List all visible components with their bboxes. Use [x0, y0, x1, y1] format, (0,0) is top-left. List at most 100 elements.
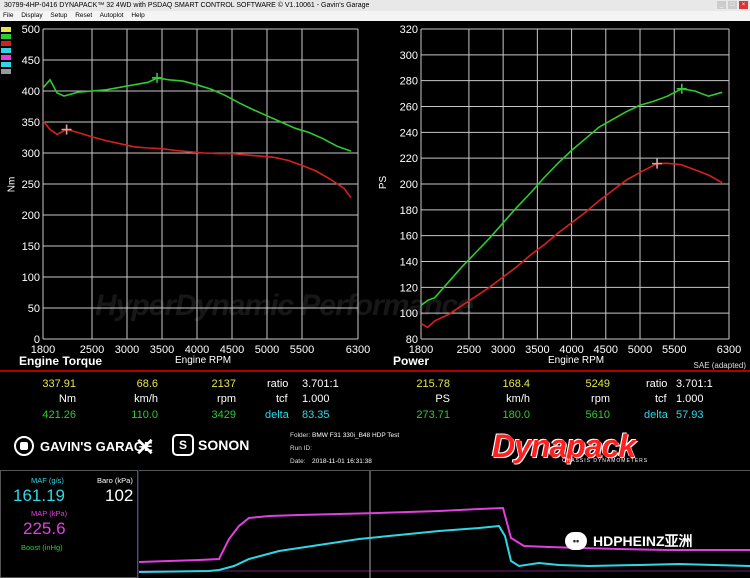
live-graph [138, 471, 750, 578]
dynapack-logo: Dynapack CHASSIS DYNAMOMETERS [492, 426, 690, 466]
wechat-icon: •• [565, 532, 587, 550]
torque-chart-title: Engine Torque [19, 354, 103, 368]
menu-file[interactable]: File [3, 12, 13, 19]
power-y-tick-4: 160 [400, 231, 418, 243]
folder-row: Folder: BMW F31 330i_B48 HDP Test [290, 432, 399, 439]
chart-area: HyperDynamic Performance 1800 2500 3000 350… [0, 21, 750, 370]
power-y-axis-title: PS [378, 175, 390, 190]
maf-value: 161.19 [13, 486, 65, 505]
torque-y-tick-2: 100 [22, 272, 40, 284]
map-value: 225.6 [23, 519, 66, 538]
menu-help[interactable]: Help [131, 12, 144, 19]
dynapack-subtitle: CHASSIS DYNAMOMETERS [562, 458, 649, 464]
power-y-tick-11: 300 [400, 50, 418, 62]
gavins-garage-icon [14, 436, 34, 456]
minimize-button[interactable]: _ [717, 1, 726, 9]
baro-value: 102 [105, 486, 134, 505]
power-y-tick-8: 240 [400, 127, 418, 139]
power-green-value: 273.71 [416, 409, 450, 421]
torque-y-tick-5: 250 [22, 179, 40, 191]
ratio-value: 3.701:1 [302, 378, 339, 390]
sonon-text: SONON [198, 437, 250, 453]
power-y-tick-2: 120 [400, 282, 418, 294]
torque-y-tick-6: 300 [22, 148, 40, 160]
torque-marker-1 [61, 124, 72, 135]
torque-x-tick-3: 3500 [150, 344, 174, 356]
power-unit: PS [435, 393, 450, 405]
runid-label: Run ID: [290, 445, 313, 452]
power-ratio-label: ratio [646, 378, 668, 390]
collab-x-icon: ✕ [134, 432, 156, 462]
torque-y-tick-7: 350 [22, 117, 40, 129]
window-title: 30799-4HP-0416 DYNAPACK™ 32 4WD with PSD… [0, 0, 750, 11]
delta-value: 83.35 [302, 409, 330, 421]
power-rpm-unit: rpm [591, 393, 610, 405]
menu-display[interactable]: Display [21, 12, 42, 19]
torque-y-tick-1: 50 [28, 303, 40, 315]
power-ratio-value: 3.701:1 [676, 378, 713, 390]
rpm-unit: rpm [217, 393, 236, 405]
sonon-logo: S SONON [172, 434, 249, 456]
power-marker-0 [676, 83, 687, 94]
rpm-green-value: 3429 [211, 409, 236, 421]
live-values-panel: MAF (g/s) 161.19 Baro (kPa) 102 MAP (kPa… [0, 470, 138, 578]
power-y-tick-9: 260 [400, 102, 418, 114]
torque-x-tick-6: 5000 [255, 344, 279, 356]
torque-red-value: 337.91 [42, 378, 76, 390]
torque-y-axis-title: Nm [6, 176, 18, 193]
logo-bar: GAVIN'S GARAGE ✕ S SONON Folder: BMW F31… [0, 424, 750, 470]
power-y-tick-0: 80 [406, 334, 418, 346]
power-y-tick-6: 200 [400, 179, 418, 191]
dyno-charts: 1800 2500 3000 3500 4000 4500 5000 5500 63000501… [22, 24, 742, 356]
power-y-tick-10: 280 [400, 76, 418, 88]
torque-green-value: 421.26 [42, 409, 76, 421]
power-y-tick-7: 220 [400, 153, 418, 165]
torque-y-tick-4: 200 [22, 210, 40, 222]
torque-x-tick-7: 5500 [290, 344, 314, 356]
sae-note: SAE (adapted) [693, 361, 746, 370]
runid-row: Run ID: [290, 445, 312, 452]
power-x-tick-7: 5500 [662, 344, 686, 356]
torque-y-tick-10: 500 [22, 24, 40, 36]
tcf-value: 1.000 [302, 393, 330, 405]
sonon-icon: S [172, 434, 194, 456]
ratio-label: ratio [267, 378, 289, 390]
power-x-tick-3: 3500 [525, 344, 549, 356]
speed-unit: km/h [134, 393, 158, 405]
live-graph-panel [138, 470, 750, 578]
power-red-value: 215.78 [416, 378, 450, 390]
power-rpm-green-value: 5610 [585, 409, 610, 421]
power-x-tick-2: 3000 [491, 344, 515, 356]
power-speed-green-value: 180.0 [502, 409, 530, 421]
wechat-brand-text: HDPHEINZ亚洲 [593, 533, 693, 549]
menu-setup[interactable]: Setup [50, 12, 67, 19]
menu-reset[interactable]: Reset [75, 12, 92, 19]
speed-green-value: 110.0 [131, 409, 158, 421]
torque-y-tick-8: 400 [22, 86, 40, 98]
date-label: Date: [290, 458, 306, 465]
readout-panel: 337.91 68.6 2137 ratio 3.701:1 Nm km/h r… [0, 372, 750, 424]
wechat-watermark: •• HDPHEINZ亚洲 [565, 531, 693, 551]
delta-label: delta [265, 409, 289, 421]
power-x-tick-8: 6300 [717, 344, 741, 356]
power-y-tick-5: 180 [400, 205, 418, 217]
maximize-button[interactable]: □ [728, 1, 737, 9]
power-y-tick-1: 100 [400, 308, 418, 320]
torque-x-axis-title: Engine RPM [175, 355, 232, 366]
gavins-garage-logo: GAVIN'S GARAGE [14, 436, 153, 456]
date-row: Date: 2018-11-01 16:31:38 [290, 458, 372, 465]
window-controls: _ □ × [717, 1, 748, 9]
close-button[interactable]: × [739, 1, 748, 9]
power-x-tick-1: 2500 [457, 344, 481, 356]
rpm-red-value: 2137 [211, 378, 236, 390]
baro-label: Baro (kPa) [97, 476, 133, 485]
menu-bar: File Display Setup Reset Autoplot Help [0, 11, 750, 21]
maf-label: MAF (g/s) [31, 476, 64, 485]
tcf-label: tcf [276, 393, 288, 405]
menu-autoplot[interactable]: Autoplot [100, 12, 124, 19]
power-tcf-value: 1.000 [676, 393, 704, 405]
map-label: MAP (kPa) [31, 509, 68, 518]
folder-label: Folder: [290, 432, 311, 439]
power-x-axis-title: Engine RPM [548, 355, 605, 366]
torque-y-tick-3: 150 [22, 241, 40, 253]
